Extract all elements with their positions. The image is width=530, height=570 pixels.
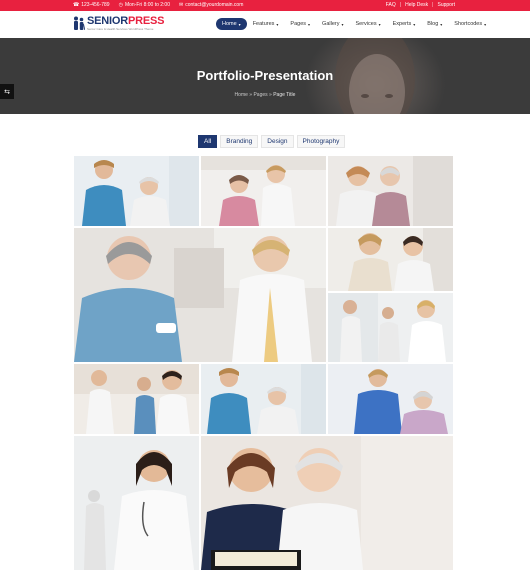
nav-item-gallery[interactable]: Gallery ▾ xyxy=(316,18,349,30)
site-logo[interactable]: SENIORPRESS Senior Care & Health Service… xyxy=(73,15,165,34)
nav-item-experts[interactable]: Experts ▾ xyxy=(387,18,422,30)
nav-item-blog[interactable]: Blog ▾ xyxy=(421,18,448,30)
chevron-down-icon: ▾ xyxy=(308,21,311,27)
portfolio-item-tea-time[interactable] xyxy=(74,228,326,362)
top-bar: ☎ 123-456-789 ◷ Mon-Fri 8:00 to 2:00 ✉ c… xyxy=(0,0,530,11)
portfolio-item-medical-team[interactable] xyxy=(328,293,453,362)
clock-icon: ◷ xyxy=(118,2,123,8)
medical-team-image xyxy=(328,293,453,362)
portfolio-item-companions[interactable] xyxy=(328,156,453,226)
breadcrumb-current: Page Title xyxy=(273,92,296,98)
faq-link[interactable]: FAQ xyxy=(386,2,396,8)
page-title: Portfolio-Presentation xyxy=(196,68,334,83)
chevron-down-icon: ▾ xyxy=(238,21,241,27)
nav-item-features[interactable]: Features ▾ xyxy=(247,18,285,30)
portfolio-item-nurse-with-senior[interactable] xyxy=(74,156,199,226)
filter-all[interactable]: All xyxy=(198,135,218,148)
portfolio-item-reading-together[interactable] xyxy=(201,436,453,570)
brand-tagline: Senior Care & Health Services WordPress … xyxy=(87,27,154,31)
portfolio-item-doctor-consult[interactable] xyxy=(328,228,453,291)
nav-item-pages[interactable]: Pages ▾ xyxy=(284,18,316,30)
portfolio-item-caregiver-visit[interactable] xyxy=(201,156,326,226)
chevron-down-icon: ▾ xyxy=(484,21,487,27)
opening-hours: ◷ Mon-Fri 8:00 to 2:00 xyxy=(118,2,170,8)
filter-photography[interactable]: Photography xyxy=(296,135,346,148)
chevron-down-icon: ▾ xyxy=(378,21,381,27)
portfolio-filters: All Branding Design Photography xyxy=(198,135,346,148)
help-desk-link[interactable]: Help Desk xyxy=(405,2,428,8)
portfolio-item-home-care[interactable] xyxy=(201,364,326,434)
portfolio-item-female-doctor[interactable] xyxy=(74,436,199,570)
portfolio-item-nurses-at-station[interactable] xyxy=(74,364,199,434)
breadcrumb-home[interactable]: Home xyxy=(235,92,248,98)
tea-time-image xyxy=(74,228,326,362)
companions-image xyxy=(328,156,453,226)
breadcrumb-pages[interactable]: Pages xyxy=(253,92,267,98)
chevron-down-icon: ▾ xyxy=(341,21,344,27)
family-logo-icon xyxy=(74,16,85,30)
chevron-down-icon: ▾ xyxy=(413,21,416,27)
filter-branding[interactable]: Branding xyxy=(220,135,259,148)
divider: | xyxy=(432,2,434,8)
nav-item-home[interactable]: Home ▾ xyxy=(216,18,247,30)
page-title-banner: ⇆ Portfolio-Presentation Home » Pages » … xyxy=(0,38,530,114)
portfolio-item-patient-checkup[interactable] xyxy=(328,364,453,434)
filter-design[interactable]: Design xyxy=(261,135,294,148)
nav-item-shortcodes[interactable]: Shortcodes ▾ xyxy=(448,18,492,30)
doctor-consult-image xyxy=(328,228,453,291)
contact-phone: ☎ 123-456-789 xyxy=(73,2,110,8)
support-link[interactable]: Support xyxy=(437,2,455,8)
chevron-down-icon: ▾ xyxy=(440,21,443,27)
chevron-down-icon: ▾ xyxy=(276,21,279,27)
main-nav: Home ▾ Features ▾ Pages ▾ Gallery ▾ Services… xyxy=(216,18,492,30)
nurses-at-station-image xyxy=(74,364,199,434)
envelope-icon: ✉ xyxy=(179,2,184,8)
nurse-with-senior-image xyxy=(74,156,199,226)
nav-item-services[interactable]: Services ▾ xyxy=(349,18,386,30)
caregiver-visit-image xyxy=(201,156,326,226)
home-care-image xyxy=(201,364,326,434)
reading-together-image xyxy=(201,436,453,570)
site-header: SENIORPRESS Senior Care & Health Service… xyxy=(0,11,530,38)
female-doctor-image xyxy=(74,436,199,570)
phone-icon: ☎ xyxy=(73,2,80,8)
breadcrumb: Home » Pages » Page Title xyxy=(0,92,530,98)
patient-checkup-image xyxy=(328,364,453,434)
contact-email[interactable]: ✉ contact@yourdomain.com xyxy=(179,2,243,8)
divider: | xyxy=(399,2,402,8)
brand-name: SENIORPRESS xyxy=(87,15,165,27)
